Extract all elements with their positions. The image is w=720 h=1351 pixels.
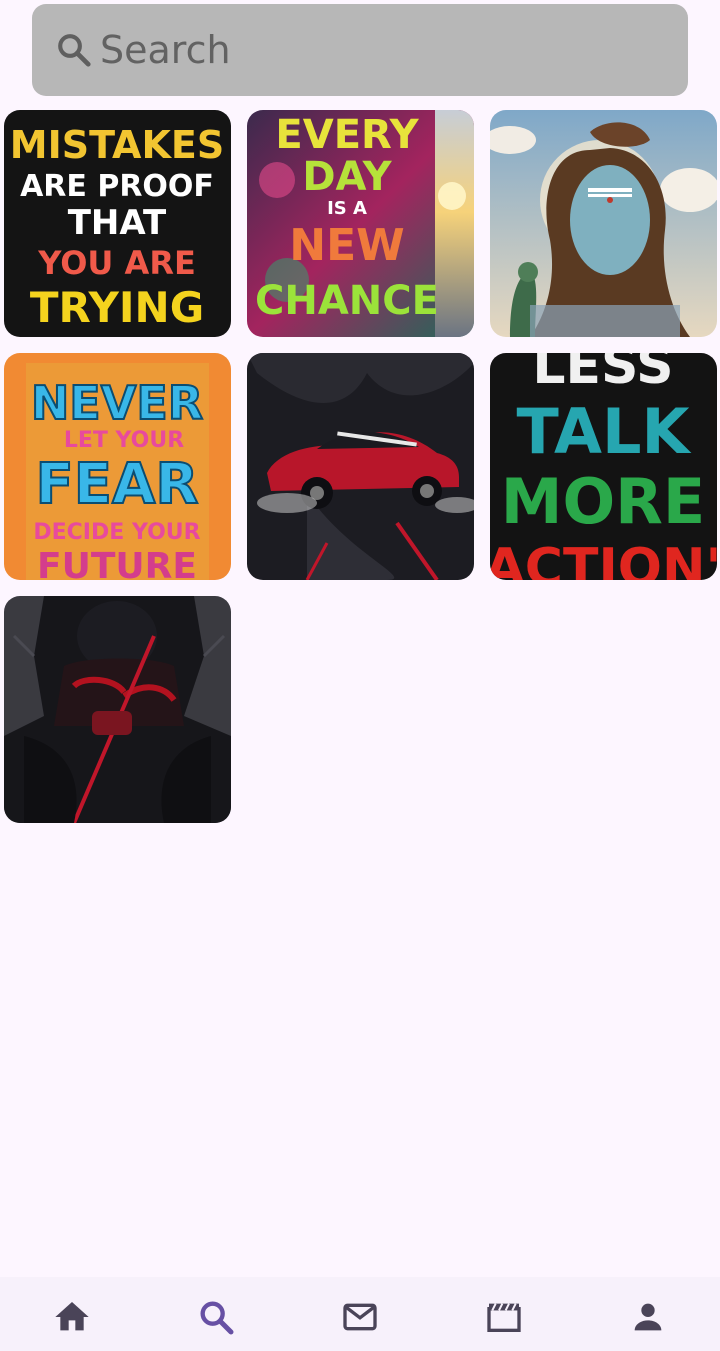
tile-text-line: YOU ARE: [37, 244, 196, 282]
nav-videos[interactable]: [432, 1277, 576, 1351]
tile-text-line: IS A: [327, 198, 367, 219]
tile-text-line: MISTAKES: [10, 123, 224, 167]
search-icon: [200, 1301, 234, 1335]
tile-text-line: DECIDE YOUR: [33, 520, 200, 545]
clapperboard-icon: [487, 1303, 521, 1332]
nav-search[interactable]: [144, 1277, 288, 1351]
nav-messages[interactable]: [288, 1277, 432, 1351]
grid-tile-mistakes[interactable]: MISTAKES ARE PROOF THAT YOU ARE TRYING: [4, 110, 231, 337]
tile-text-line: TALK: [516, 395, 691, 468]
search-icon: [54, 30, 94, 70]
grid-tile-less-talk[interactable]: LESS TALK MORE ACTION': [490, 353, 717, 580]
person-icon: [634, 1303, 662, 1331]
tile-text-line: CHANCE: [255, 278, 439, 324]
tile-text-line: FUTURE: [37, 546, 197, 580]
grid-tile-every-day[interactable]: EVERY DAY IS A NEW CHANCE: [247, 110, 474, 337]
grid-tile-shiva[interactable]: [490, 110, 717, 337]
tile-text-line: TRYING: [30, 283, 204, 332]
search-input[interactable]: [100, 28, 620, 72]
tile-text-line: LET YOUR: [64, 428, 184, 453]
tile-text-line: THAT: [68, 203, 167, 243]
nav-home[interactable]: [0, 1277, 144, 1351]
tile-text-line: EVERY: [275, 112, 419, 158]
tile-text-line: NEVER: [31, 376, 203, 430]
tile-text-line: MORE: [501, 465, 706, 538]
tile-text-line: ACTION': [490, 538, 717, 580]
tile-text-line: DAY: [302, 154, 392, 200]
nav-profile[interactable]: [576, 1277, 720, 1351]
mail-icon: [343, 1303, 377, 1331]
grid-tile-never-fear[interactable]: NEVER LET YOUR FEAR DECIDE YOUR FUTURE: [4, 353, 231, 580]
bottom-navigation: [0, 1277, 720, 1351]
home-icon: [55, 1302, 89, 1331]
grid-tile-red-car[interactable]: [247, 353, 474, 580]
tile-text-line: ARE PROOF: [20, 169, 214, 204]
tile-text-line: FEAR: [36, 452, 199, 517]
grid-tile-dark-warrior[interactable]: [4, 596, 231, 823]
tile-text-line: NEW: [289, 220, 404, 271]
search-bar[interactable]: [32, 4, 688, 96]
tile-text-line: LESS: [532, 353, 673, 396]
